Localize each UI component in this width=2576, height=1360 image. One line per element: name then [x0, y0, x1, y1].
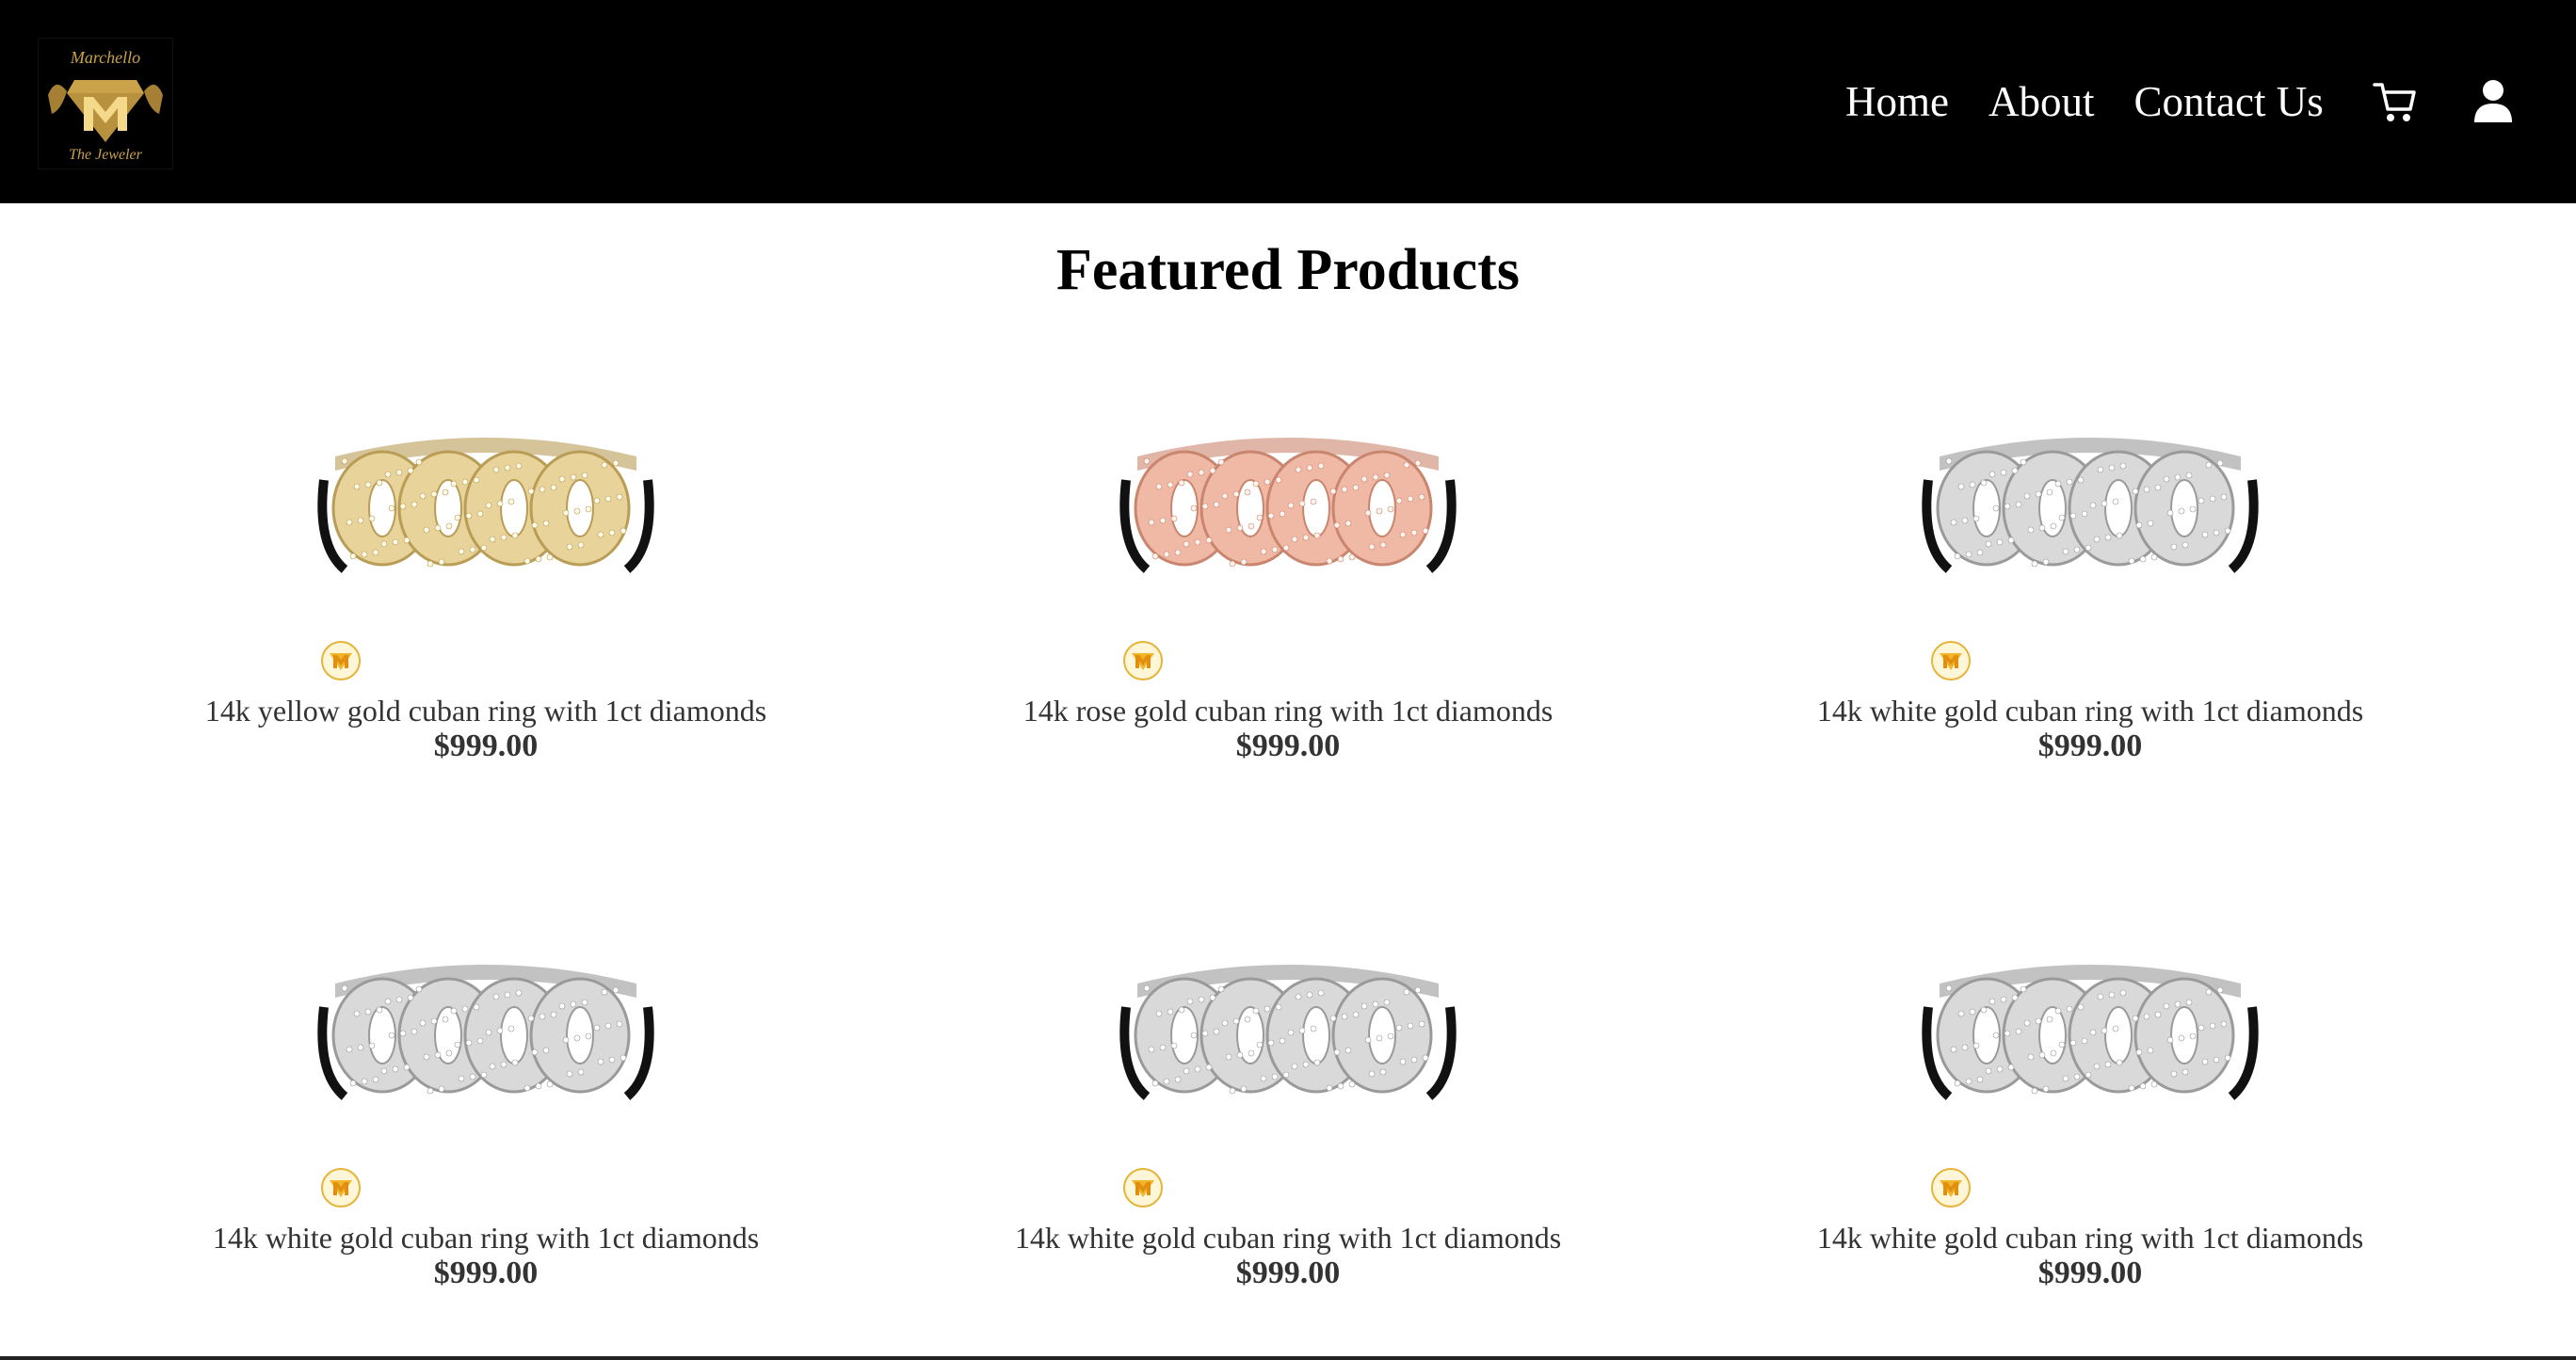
- footer-divider: [0, 1356, 2576, 1360]
- product-name[interactable]: 14k white gold cuban ring with 1ct diamo…: [921, 1220, 1655, 1256]
- product-price: $999.00: [2037, 1256, 2143, 1290]
- nav-home[interactable]: Home: [1845, 77, 1949, 126]
- product-name[interactable]: 14k white gold cuban ring with 1ct diamo…: [1723, 693, 2457, 728]
- watermark-logo: [1931, 1168, 1971, 1208]
- logo-script-bottom: The Jeweler: [69, 147, 143, 163]
- ring-illustration: [1922, 965, 2259, 1208]
- product-name[interactable]: 14k rose gold cuban ring with 1ct diamon…: [921, 693, 1655, 728]
- product-image[interactable]: [307, 405, 665, 687]
- product-price: $999.00: [1235, 1256, 1341, 1290]
- ring-illustration: [317, 438, 654, 680]
- product-image[interactable]: [1911, 405, 2269, 687]
- brand-logo[interactable]: Marchello The Jeweler: [38, 38, 173, 169]
- product-card[interactable]: 14k white gold cuban ring with 1ct diamo…: [921, 932, 1655, 1291]
- watermark-logo: [321, 641, 361, 680]
- ring-illustration: [1119, 965, 1457, 1208]
- product-card[interactable]: 14k yellow gold cuban ring with 1ct diam…: [119, 405, 853, 764]
- product-image[interactable]: [307, 932, 665, 1214]
- watermark-logo: [321, 1168, 361, 1208]
- product-name[interactable]: 14k yellow gold cuban ring with 1ct diam…: [119, 693, 853, 728]
- user-icon[interactable]: [2469, 77, 2518, 126]
- product-price: $999.00: [2037, 728, 2143, 763]
- product-name[interactable]: 14k white gold cuban ring with 1ct diamo…: [1723, 1220, 2457, 1256]
- watermark-logo: [1931, 641, 1971, 680]
- product-image[interactable]: [1109, 932, 1467, 1214]
- product-price: $999.00: [433, 1256, 539, 1290]
- cart-icon[interactable]: [2371, 77, 2420, 126]
- ring-illustration: [317, 965, 654, 1208]
- product-card[interactable]: 14k white gold cuban ring with 1ct diamo…: [1723, 932, 2457, 1291]
- watermark-logo: [1123, 641, 1163, 680]
- page-title: Featured Products: [1056, 238, 1520, 302]
- product-name[interactable]: 14k white gold cuban ring with 1ct diamo…: [119, 1220, 853, 1256]
- ring-illustration: [1119, 438, 1457, 680]
- logo-script-top: Marchello: [70, 48, 140, 67]
- product-card[interactable]: 14k white gold cuban ring with 1ct diamo…: [119, 932, 853, 1291]
- site-header: Marchello The Jeweler Home About Contact…: [0, 0, 2576, 203]
- product-card[interactable]: 14k white gold cuban ring with 1ct diamo…: [1723, 405, 2457, 764]
- product-card[interactable]: 14k rose gold cuban ring with 1ct diamon…: [921, 405, 1655, 764]
- product-image[interactable]: [1911, 932, 2269, 1214]
- main-nav: Home About Contact Us: [1845, 73, 2518, 130]
- watermark-logo: [1123, 1168, 1163, 1208]
- logo-emblem: Marchello The Jeweler: [39, 39, 172, 168]
- product-price: $999.00: [433, 728, 539, 763]
- nav-contact-us[interactable]: Contact Us: [2133, 77, 2323, 126]
- nav-about[interactable]: About: [1988, 77, 2095, 126]
- product-image[interactable]: [1109, 405, 1467, 687]
- ring-illustration: [1922, 438, 2259, 680]
- product-price: $999.00: [1235, 728, 1341, 763]
